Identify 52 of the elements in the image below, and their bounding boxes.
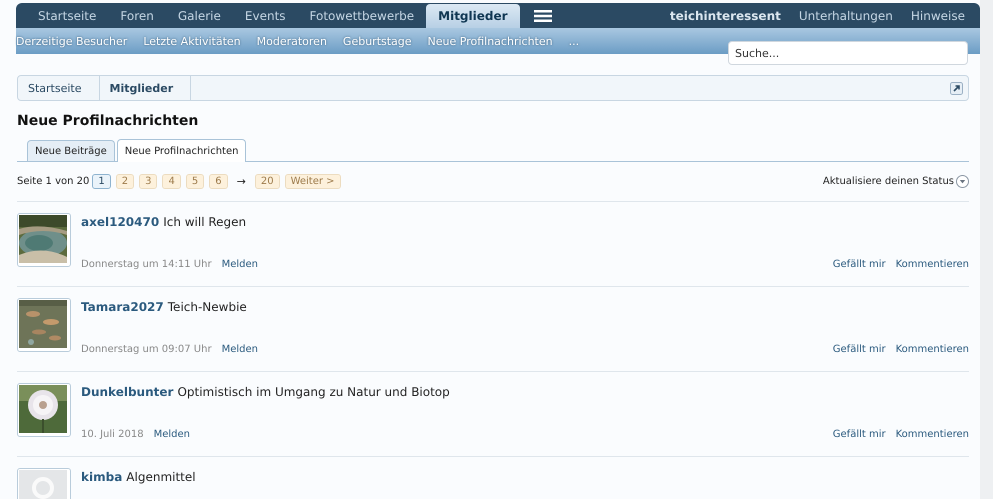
username-link[interactable]: axel120470 (81, 215, 160, 229)
page-title: Neue Profilnachrichten (17, 113, 200, 129)
username-link[interactable]: kimba (81, 470, 122, 484)
report-link[interactable]: Melden (222, 344, 258, 355)
page-link[interactable]: 5 (186, 174, 204, 189)
nav-link[interactable]: Hinweise (902, 8, 974, 22)
action-link[interactable]: Kommentieren (896, 259, 969, 270)
nav-tab[interactable]: Foren (108, 3, 166, 28)
user-avatar[interactable] (17, 383, 71, 437)
nav-tab[interactable]: Events (232, 3, 298, 28)
status-message: Optimistisch im Umgang zu Natur und Biotop (177, 385, 450, 399)
nav-tab[interactable]: Fotowettbewerbe (298, 3, 426, 28)
username-link[interactable]: Tamara2027 (81, 300, 164, 314)
action-link[interactable]: Kommentieren (896, 344, 969, 355)
status-message: Algenmittel (126, 470, 196, 484)
timestamp: Donnerstag um 09:07 Uhr (81, 344, 212, 355)
nav-link[interactable]: Unterhaltungen (790, 8, 902, 22)
timestamp: Donnerstag um 14:11 Uhr (81, 259, 212, 270)
breadcrumb-link[interactable]: Mitglieder (100, 76, 192, 100)
page-link[interactable]: 2 (116, 174, 134, 189)
search-field[interactable]: Suche... (728, 41, 968, 65)
report-link[interactable]: Melden (154, 429, 190, 440)
timestamp: 10. Juli 2018 (81, 429, 144, 440)
status-message: Ich will Regen (163, 215, 246, 229)
page-link[interactable]: 20 (254, 174, 280, 189)
dropdown-icon[interactable] (956, 175, 969, 188)
status-link[interactable]: Aktualisiere deinen Status (822, 176, 954, 187)
report-link[interactable]: Melden (222, 259, 258, 270)
page-link[interactable]: 3 (139, 174, 158, 189)
nav-tab[interactable]: Mitglieder (426, 4, 520, 28)
action-link[interactable]: Gefällt mir (832, 429, 886, 440)
breadcrumb-link[interactable]: Startseite (18, 76, 100, 100)
skip-arrow: → (236, 175, 246, 188)
page-counter: Seite 1 von 20 (17, 176, 90, 187)
nav-link[interactable]: teichinteressent (660, 8, 790, 22)
page-link[interactable]: 6 (209, 174, 228, 189)
user-avatar[interactable] (17, 298, 71, 352)
username-link[interactable]: Dunkelbunter (81, 385, 174, 399)
menu-icon[interactable] (534, 10, 552, 22)
next-page-link[interactable]: Weiter > (284, 174, 341, 189)
nav-tab[interactable]: Galerie (166, 3, 233, 28)
tab[interactable]: Neue Profilnachrichten (116, 139, 246, 162)
action-link[interactable]: Gefällt mir (832, 344, 886, 355)
external-link-icon[interactable] (950, 82, 963, 95)
nav-tab[interactable]: Startseite (26, 3, 108, 28)
action-link[interactable]: Kommentieren (896, 429, 969, 440)
tab[interactable]: Neue Beiträge (27, 140, 115, 161)
page-link[interactable]: 4 (162, 174, 181, 189)
page-link[interactable]: 1 (92, 174, 111, 189)
user-avatar[interactable] (17, 213, 71, 267)
status-message: Teich-Newbie (168, 300, 247, 314)
action-link[interactable]: Gefällt mir (832, 259, 886, 270)
